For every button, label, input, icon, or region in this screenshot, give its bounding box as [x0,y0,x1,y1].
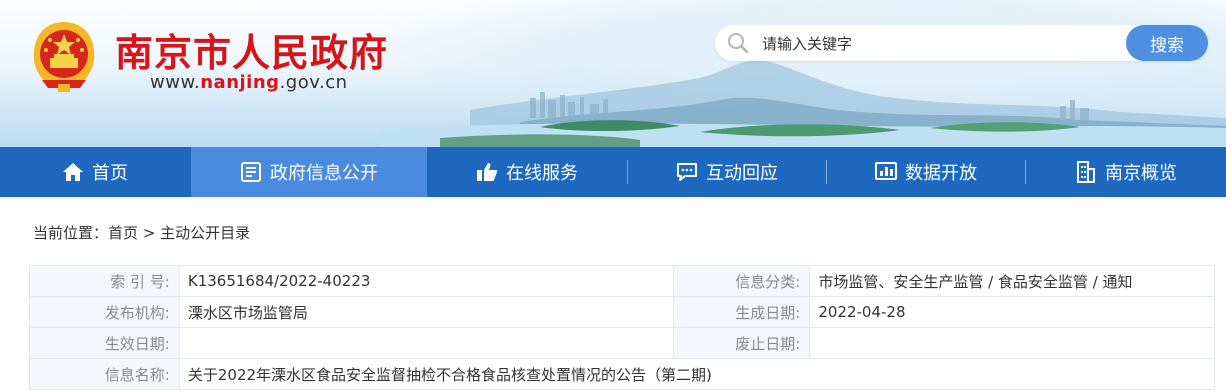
site-header: 南京市人民政府 www.nanjing.gov.cn 搜索 [0,0,1226,147]
breadcrumb-home-link[interactable]: 首页 [108,224,138,242]
site-url-brand: nanjing [200,72,280,93]
nav-item-gov-info[interactable]: 政府信息公开 [191,147,427,197]
search-input[interactable] [760,25,1124,63]
search-bar: 搜索 [715,25,1208,63]
data-chart-icon [875,162,897,180]
site-url-prefix: www. [150,72,201,93]
site-url[interactable]: www.nanjing.gov.cn [150,72,348,93]
national-emblem-logo [33,22,95,92]
effective-date-value [178,327,675,359]
nav-item-label: 政府信息公开 [270,163,378,184]
publisher-label: 发布机构: [29,296,180,328]
nav-item-online-service[interactable]: 在线服务 [427,147,627,197]
breadcrumb-prefix: 当前位置： [33,224,109,242]
table-row: 索 引 号: K13651684/2022-40223 信息分类: 市场监管、安… [29,265,1215,297]
nav-item-label: 互动回应 [706,163,778,184]
table-row: 信息名称: 关于2022年溧水区食品安全监督抽检不合格食品核查处置情况的公告（第… [29,358,1216,390]
site-title[interactable]: 南京市人民政府 [115,22,388,77]
info-title-value: 关于2022年溧水区食品安全监督抽检不合格食品核查处置情况的公告（第二期) [178,358,1216,390]
document-icon [241,162,261,182]
index-number-label: 索 引 号: [29,265,180,297]
building-icon [1077,161,1095,183]
site-url-suffix: .gov.cn [279,72,348,93]
expiry-date-value [809,327,1215,359]
category-value: 市场监管、安全生产监管 / 食品安全监管 / 通知 [809,265,1215,297]
breadcrumb: 当前位置：首页 > 主动公开目录 [33,222,250,243]
info-table: 索 引 号: K13651684/2022-40223 信息分类: 市场监管、安… [29,265,1216,390]
table-row: 发布机构: 溧水区市场监管局 生成日期: 2022-04-28 [29,296,1215,328]
nav-item-home[interactable]: 首页 [0,147,190,197]
publisher-value: 溧水区市场监管局 [178,296,675,328]
nav-item-label: 在线服务 [506,163,578,184]
home-icon [63,163,83,181]
chat-icon [677,163,697,181]
table-row: 生效日期: 废止日期: [29,327,1215,359]
nav-item-label: 南京概览 [1105,163,1177,184]
index-number-value: K13651684/2022-40223 [178,265,675,297]
nav-item-label: 首页 [92,163,128,184]
created-date-value: 2022-04-28 [809,296,1215,328]
category-label: 信息分类: [673,265,811,297]
nav-item-open-data[interactable]: 数据开放 [827,147,1025,197]
expiry-date-label: 废止日期: [673,327,811,359]
effective-date-label: 生效日期: [29,327,180,359]
nav-item-interaction[interactable]: 互动回应 [628,147,826,197]
info-title-label: 信息名称: [29,358,180,390]
thumbs-up-icon [477,163,498,181]
search-icon [728,33,749,54]
nav-item-overview[interactable]: 南京概览 [1026,147,1226,197]
search-button[interactable]: 搜索 [1126,25,1208,61]
created-date-label: 生成日期: [673,296,811,328]
main-nav: 首页 政府信息公开 在线服务 互动回应 数据开放 南京概览 [0,147,1226,197]
breadcrumb-separator: > [142,224,156,242]
nav-item-label: 数据开放 [905,163,977,184]
breadcrumb-catalog-link[interactable]: 主动公开目录 [160,224,250,242]
